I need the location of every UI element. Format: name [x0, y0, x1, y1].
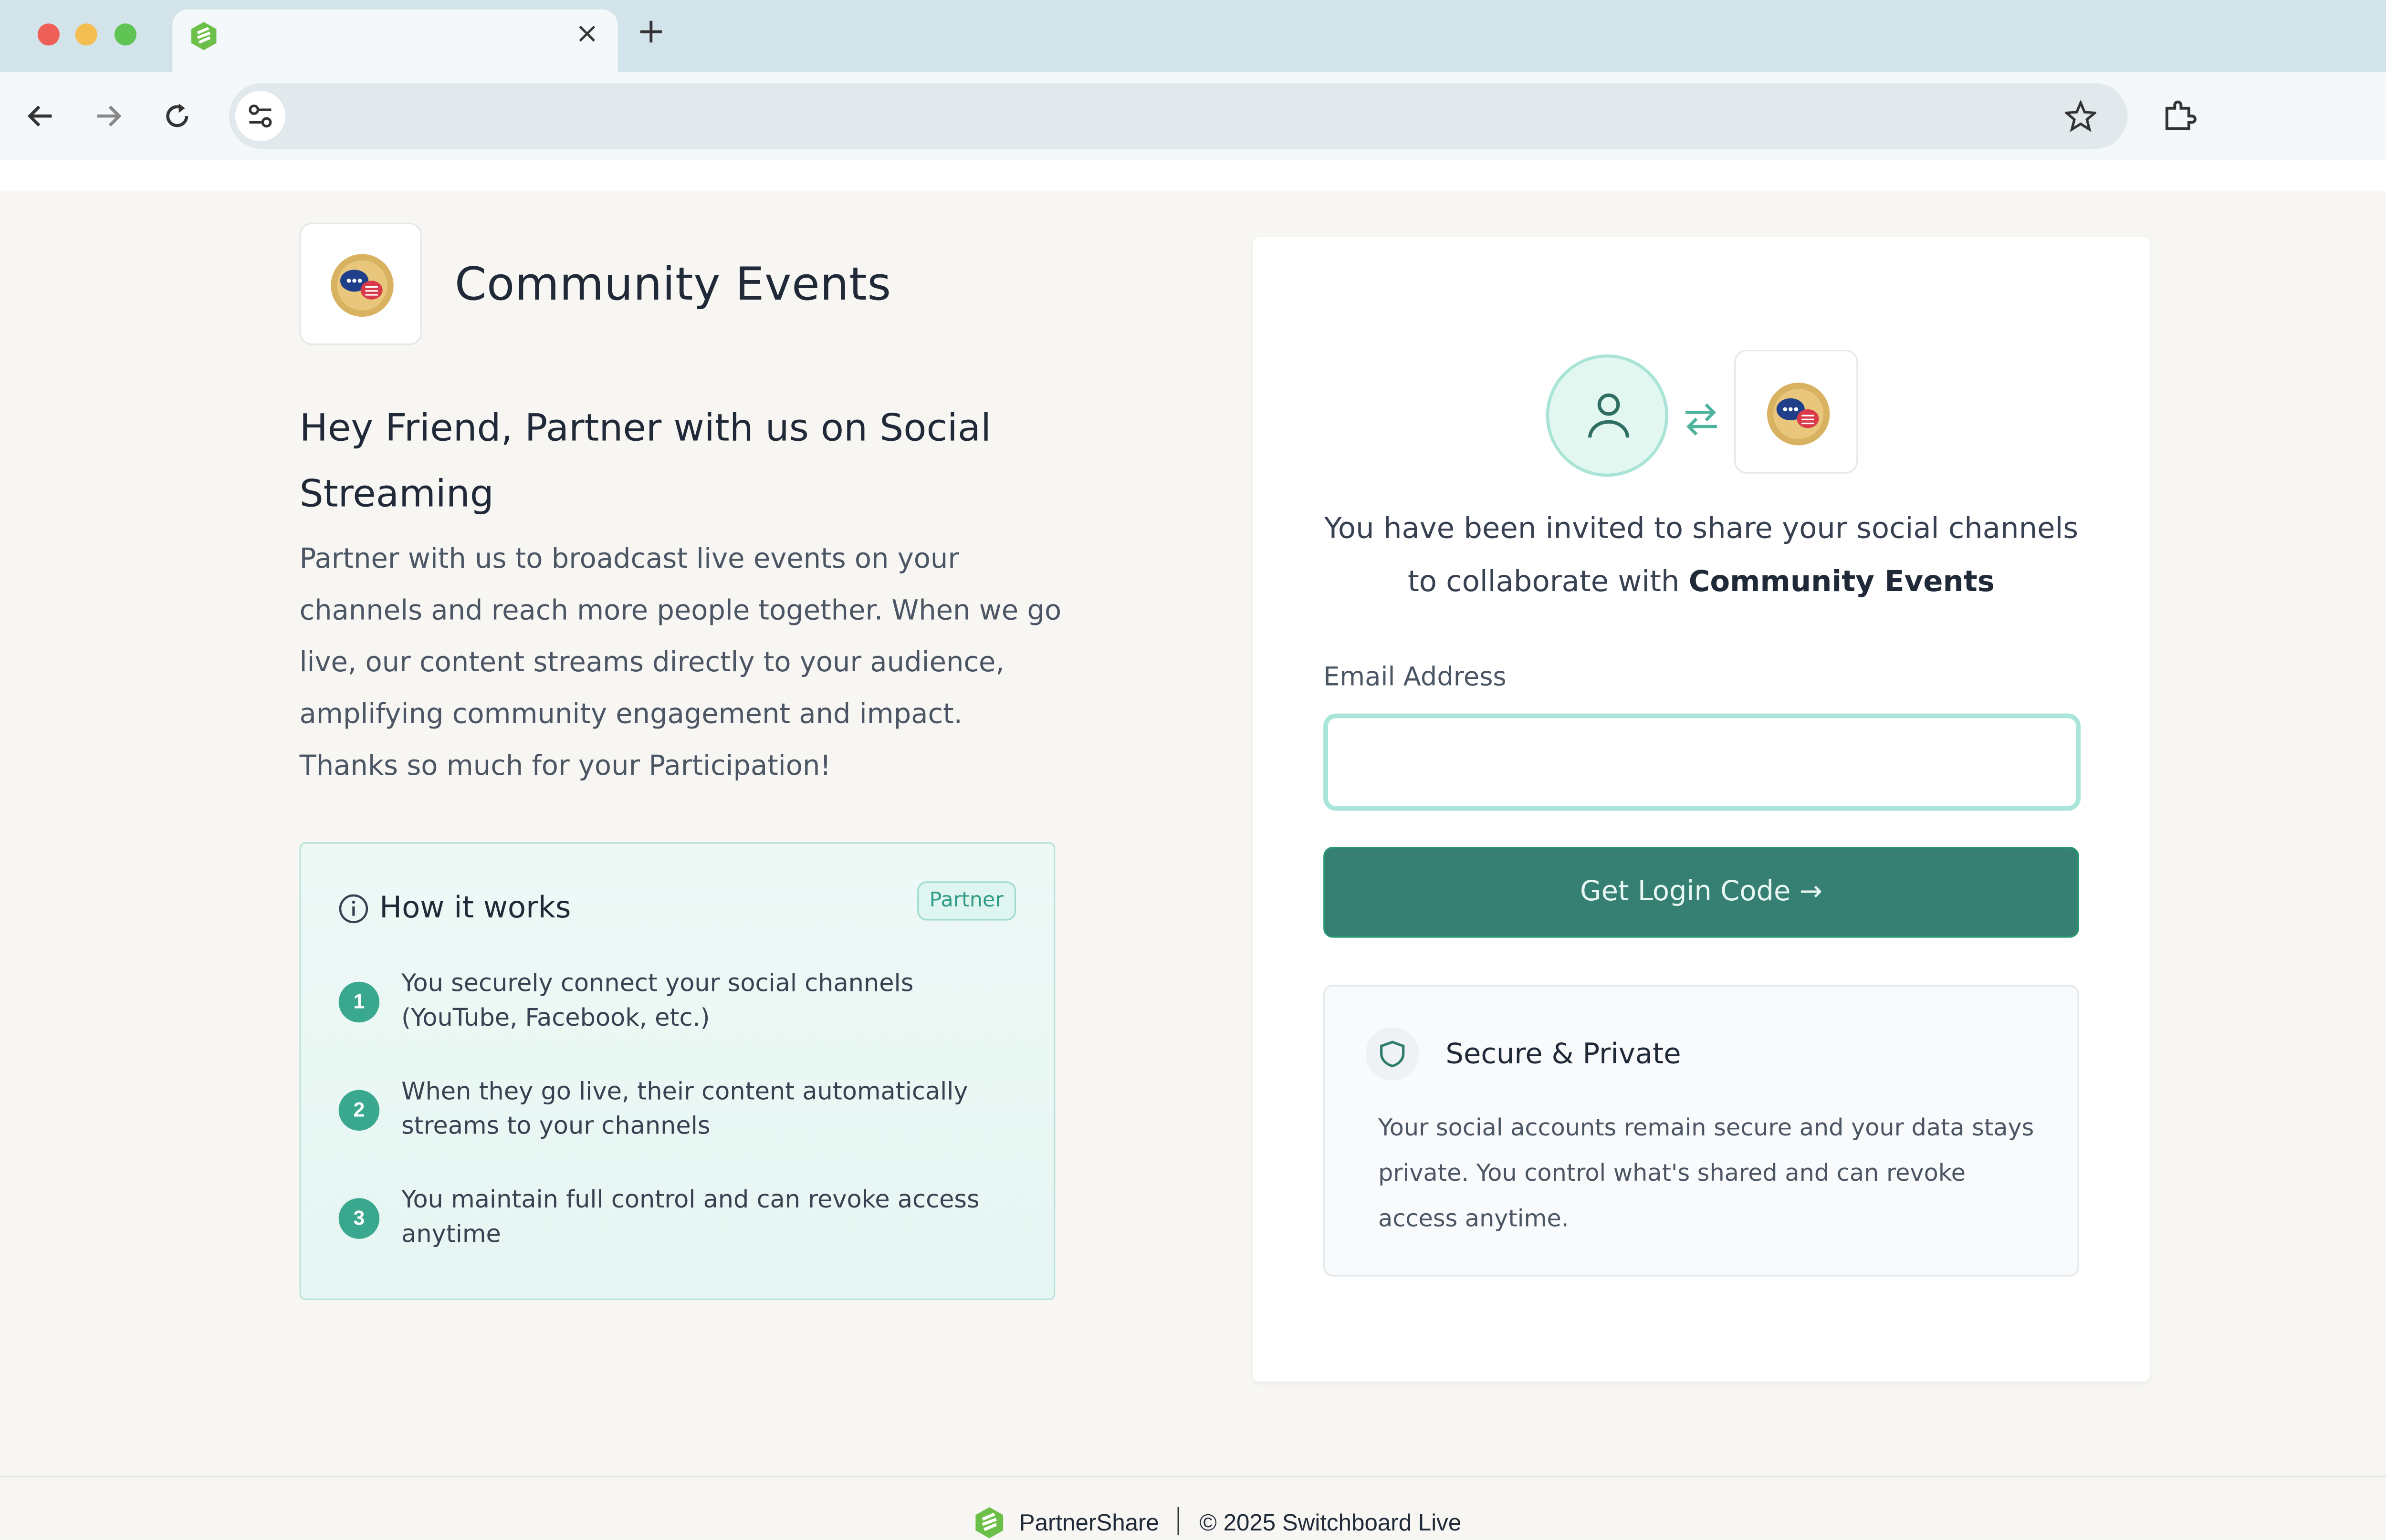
partner-badge: Partner — [917, 881, 1016, 921]
browser-tab[interactable]: × — [172, 9, 618, 73]
user-avatar — [1546, 354, 1668, 477]
secure-title: Secure & Private — [1445, 1038, 1681, 1072]
intro-paragraph: Partner with us to broadcast live events… — [299, 544, 1062, 783]
info-icon — [339, 894, 368, 924]
community-events-logo-icon — [1767, 383, 1830, 446]
forward-arrow-icon[interactable] — [93, 100, 124, 132]
window-maximize-button[interactable] — [114, 23, 136, 46]
bookmark-star-icon[interactable] — [2065, 100, 2096, 132]
how-it-works-panel: How it works Partner 1 You securely conn… — [299, 842, 1056, 1301]
back-arrow-icon[interactable] — [25, 100, 57, 132]
browser-toolbar — [0, 72, 2386, 160]
extensions-puzzle-icon[interactable] — [2162, 99, 2197, 133]
email-label: Email Address — [1323, 662, 1507, 692]
footer-copyright: © 2025 Switchboard Live — [1199, 1510, 1462, 1537]
step-number: 2 — [338, 1090, 380, 1131]
user-icon — [1588, 393, 1630, 438]
step-number: 1 — [338, 981, 380, 1023]
step-text: You maintain full control and can revoke… — [401, 1186, 980, 1249]
shield-icon — [1380, 1041, 1405, 1068]
page-top-strip — [0, 160, 2386, 192]
tune-icon — [249, 104, 272, 128]
partnershare-logo-icon — [975, 1507, 1004, 1539]
invite-org-name: Community Events — [1688, 566, 1995, 599]
footer-separator — [1177, 1507, 1179, 1536]
step-text: You securely connect your social channel… — [401, 969, 914, 1032]
brand-logo — [299, 222, 422, 345]
how-it-works-title: How it works — [379, 891, 571, 926]
swap-arrows-icon — [1685, 403, 1717, 436]
step-number: 3 — [338, 1198, 380, 1239]
secure-private-panel: Secure & Private Your social accounts re… — [1323, 985, 2079, 1277]
browser-tab-strip: × + — [0, 0, 2386, 73]
invite-message: You have been invited to share your soci… — [1316, 503, 2087, 610]
get-login-code-button[interactable]: Get Login Code → — [1323, 847, 2079, 938]
page-viewport: Community Events Hey Friend, Partner wit… — [0, 160, 2386, 1540]
community-events-logo-icon — [331, 254, 394, 317]
shield-badge — [1365, 1027, 1419, 1081]
brand-name: Community Events — [454, 257, 891, 311]
new-tab-button[interactable]: + — [637, 13, 666, 52]
login-card: You have been invited to share your soci… — [1253, 237, 2150, 1382]
footer-divider — [0, 1476, 2386, 1478]
window-close-button[interactable] — [37, 23, 60, 46]
partnershare-favicon-icon — [191, 22, 217, 51]
tab-close-icon[interactable]: × — [576, 18, 599, 50]
site-info-button[interactable] — [235, 91, 285, 141]
email-field[interactable] — [1323, 713, 2081, 811]
footer-brand[interactable]: PartnerShare — [1019, 1510, 1159, 1537]
reload-icon[interactable] — [161, 100, 193, 132]
step-text: When they go live, their content automat… — [401, 1077, 968, 1140]
secure-text: Your social accounts remain secure and y… — [1378, 1113, 2034, 1233]
page-headline: Hey Friend, Partner with us on Social St… — [299, 406, 992, 516]
window-minimize-button[interactable] — [75, 23, 97, 46]
community-events-logo — [1734, 350, 1858, 474]
address-bar[interactable] — [229, 83, 2128, 149]
